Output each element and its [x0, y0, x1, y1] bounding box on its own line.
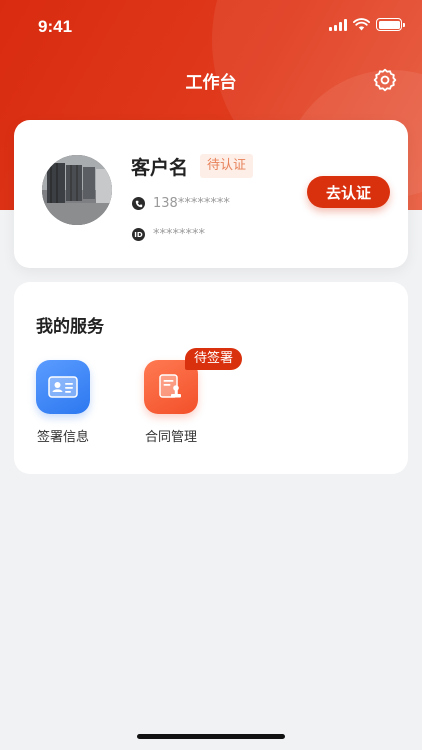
customer-name: 客户名 — [131, 157, 189, 179]
id-number: ******** — [153, 227, 205, 242]
service-item-sign-info[interactable]: 签署信息 — [23, 360, 103, 445]
profile-card: 客户名 待认证 138******** ID ******** 去认证 — [14, 120, 408, 268]
status-icons — [329, 18, 405, 31]
service-label: 合同管理 — [144, 430, 197, 445]
phone-row: 138******** — [132, 196, 230, 211]
settings-button[interactable] — [372, 67, 398, 93]
signal-icon — [329, 18, 347, 31]
pending-sign-badge: 待签署 — [185, 348, 243, 370]
avatar-photo — [42, 155, 112, 225]
id-icon: ID — [132, 228, 145, 241]
status-bar: 9:41 — [0, 0, 422, 50]
phone-icon — [132, 197, 145, 210]
page-title: 工作台 — [185, 73, 237, 93]
service-label: 签署信息 — [36, 430, 89, 445]
wifi-icon — [353, 18, 370, 31]
home-indicator — [137, 734, 285, 739]
id-row: ID ******** — [132, 227, 205, 242]
battery-icon — [376, 18, 405, 31]
status-time: 9:41 — [38, 17, 73, 36]
services-card: 我的服务 签署信息 合同管理 待签署 — [14, 282, 408, 474]
gear-icon — [373, 68, 397, 92]
verify-button[interactable]: 去认证 — [307, 176, 390, 208]
service-item-contract-management[interactable]: 合同管理 — [131, 360, 211, 445]
verification-status-badge: 待认证 — [200, 154, 254, 178]
phone-number: 138******** — [153, 196, 230, 211]
section-title: 我的服务 — [36, 317, 104, 337]
avatar[interactable] — [42, 155, 112, 225]
id-card-icon — [36, 360, 90, 414]
